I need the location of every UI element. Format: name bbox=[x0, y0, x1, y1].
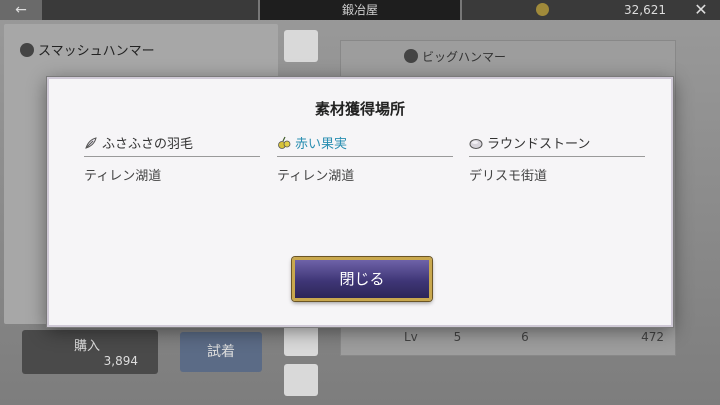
material-name-row: 赤い果実 bbox=[277, 135, 453, 157]
tab-weapon[interactable] bbox=[284, 364, 318, 396]
material-item[interactable]: ラウンドストーン デリスモ街道 bbox=[469, 135, 645, 184]
coin-amount: 32,621 bbox=[624, 3, 666, 17]
equipped-item-name: スマッシュハンマー bbox=[38, 44, 155, 59]
coin-icon bbox=[536, 3, 549, 16]
tab-armor[interactable] bbox=[284, 324, 318, 356]
material-location: デリスモ街道 bbox=[469, 169, 548, 184]
material-name: ふさふさの羽毛 bbox=[102, 137, 194, 152]
level-value: 5 bbox=[453, 330, 462, 344]
selected-item-name: ビッグハンマー bbox=[422, 50, 507, 64]
material-name-row: ふさふさの羽毛 bbox=[84, 135, 260, 157]
try-on-button[interactable]: 試着 bbox=[180, 332, 262, 372]
close-icon: ✕ bbox=[694, 0, 708, 19]
material-source-dialog: 素材獲得場所 ふさふさの羽毛 ティレン湖道 赤い果実 ティレン湖道 ラウンドスト… bbox=[47, 77, 673, 327]
level-label: Lv bbox=[404, 330, 418, 344]
equipped-item-title: スマッシュハンマー bbox=[20, 40, 155, 59]
hammer-icon bbox=[404, 49, 418, 63]
buy-button[interactable]: 購入 3,894 bbox=[22, 330, 158, 374]
fruit-icon bbox=[278, 136, 291, 149]
material-name-row: ラウンドストーン bbox=[469, 135, 645, 157]
material-item[interactable]: ふさふさの羽毛 ティレン湖道 bbox=[84, 135, 260, 184]
material-item[interactable]: 赤い果実 ティレン湖道 bbox=[277, 135, 453, 184]
material-name: ラウンドストーン bbox=[487, 137, 591, 152]
material-name: 赤い果実 bbox=[295, 137, 348, 152]
close-screen-button[interactable]: ✕ bbox=[686, 0, 716, 20]
close-button[interactable]: 閉じる bbox=[292, 257, 432, 301]
buy-label: 購入 bbox=[74, 339, 101, 354]
coin-counter: 32,621 bbox=[530, 0, 678, 20]
stone-icon bbox=[469, 139, 483, 149]
back-button[interactable]: ← bbox=[0, 0, 42, 20]
stat-value: 6 bbox=[521, 330, 529, 344]
top-bar: ← 鍛冶屋 32,621 ✕ bbox=[0, 0, 720, 20]
item-price: 472 bbox=[641, 330, 664, 344]
buy-price: 3,894 bbox=[103, 354, 138, 368]
screen-title: 鍛冶屋 bbox=[258, 0, 462, 20]
selected-item-title: ビッグハンマー bbox=[404, 48, 506, 65]
material-location: ティレン湖道 bbox=[84, 169, 162, 184]
feather-icon bbox=[85, 137, 97, 149]
hammer-icon bbox=[20, 43, 34, 57]
dialog-title: 素材獲得場所 bbox=[314, 100, 405, 118]
material-location: ティレン湖道 bbox=[277, 169, 355, 184]
back-arrow-icon: ← bbox=[15, 2, 27, 18]
item-stats-row: Lv 5 6 472 bbox=[404, 330, 664, 344]
tab-accessory[interactable] bbox=[284, 30, 318, 62]
